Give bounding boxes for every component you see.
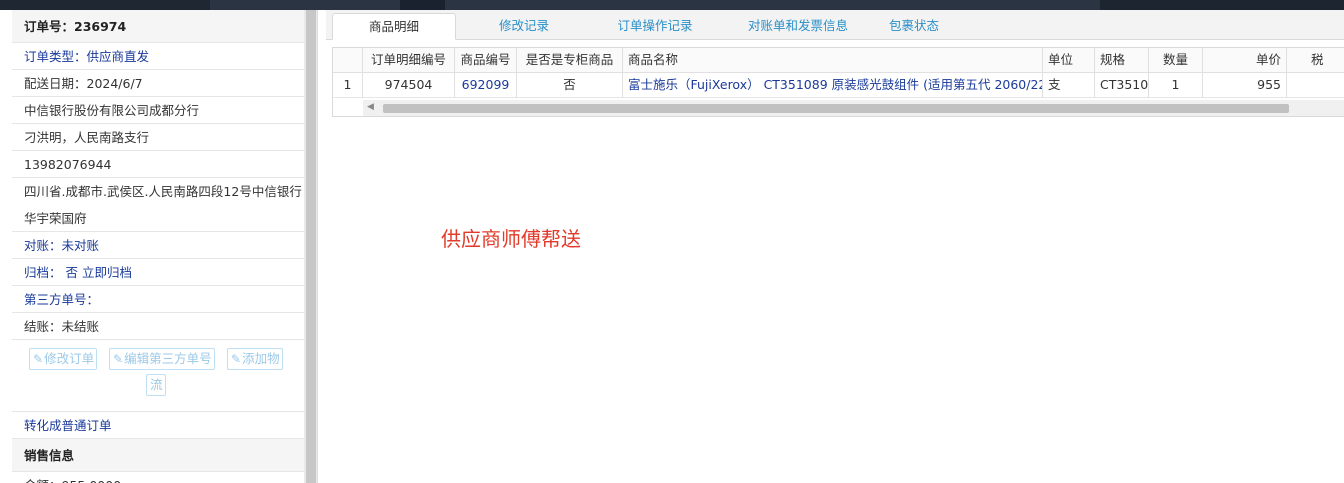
detail-panel: 商品明细 修改记录 订单操作记录 对账单和发票信息 包裹状态 订单明细编号 商品… xyxy=(326,10,1344,483)
unit: 支 xyxy=(1043,73,1095,98)
col-tax[interactable]: 税 xyxy=(1287,48,1344,73)
address: 四川省.成都市.武侯区.人民南路四段12号中信银行华宇荣国府 xyxy=(12,178,304,232)
col-unit[interactable]: 单位 xyxy=(1043,48,1095,73)
edit-icon: ✎ xyxy=(33,352,44,366)
order-number-label: 订单号： xyxy=(24,19,75,34)
col-product-name[interactable]: 商品名称 xyxy=(623,48,1043,73)
counter-product: 否 xyxy=(517,73,623,98)
product-table: 订单明细编号 商品编号 是否是专柜商品 商品名称 单位 规格 数量 单价 税 1… xyxy=(332,47,1344,117)
order-type: 供应商直发 xyxy=(86,49,150,64)
archive-label: 归档： xyxy=(24,265,62,280)
reconcile-row: 对账：未对账 xyxy=(12,232,304,259)
edit-order-button[interactable]: ✎修改订单 xyxy=(29,348,98,370)
table-horizontal-scrollbar[interactable]: ◀ xyxy=(363,100,1344,116)
reconcile-label: 对账： xyxy=(24,238,62,253)
order-action-buttons: ✎修改订单 ✎编辑第三方单号 ✎添加物 流 xyxy=(12,340,304,412)
unit-price: 955 xyxy=(1203,73,1287,98)
convert-to-normal-order-link[interactable]: 转化成普通订单 xyxy=(12,412,304,439)
order-info-panel: 订单号：236974 订单类型：供应商直发 配送日期：2024/6/7 中信银行… xyxy=(0,10,318,483)
edit-icon: ✎ xyxy=(231,352,242,366)
tab-bar: 商品明细 修改记录 订单操作记录 对账单和发票信息 包裹状态 xyxy=(326,10,1344,40)
left-scrollbar[interactable] xyxy=(304,10,317,483)
tab-modify-records[interactable]: 修改记录 xyxy=(476,13,572,40)
col-unit-price[interactable]: 单价 xyxy=(1203,48,1287,73)
contact-name: 刁洪明，人民南路支行 xyxy=(12,124,304,151)
delivery-date: 配送日期：2024/6/7 xyxy=(12,70,304,97)
tax xyxy=(1287,73,1344,98)
company-name: 中信银行股份有限公司成都分行 xyxy=(12,97,304,124)
edit-third-party-button[interactable]: ✎编辑第三方单号 xyxy=(109,348,215,370)
add-logistics-button[interactable]: ✎添加物 xyxy=(227,348,283,370)
order-number: 236974 xyxy=(74,19,127,34)
order-type-label: 订单类型： xyxy=(24,49,87,64)
scrollbar-thumb[interactable] xyxy=(383,104,1289,113)
col-counter-product[interactable]: 是否是专柜商品 xyxy=(517,48,623,73)
table-header: 订单明细编号 商品编号 是否是专柜商品 商品名称 单位 规格 数量 单价 税 xyxy=(333,48,1344,73)
settle-status: 结账：未结账 xyxy=(12,313,304,340)
archive-link[interactable]: 否 立即归档 xyxy=(62,265,131,280)
product-number-link[interactable]: 692099 xyxy=(455,73,517,98)
row-index: 1 xyxy=(333,73,363,98)
detail-number: 974504 xyxy=(363,73,455,98)
col-product-number[interactable]: 商品编号 xyxy=(455,48,517,73)
delivery-note: 供应商师傅帮送 xyxy=(441,227,581,251)
tab-product-details[interactable]: 商品明细 xyxy=(332,13,456,40)
tab-operation-records[interactable]: 订单操作记录 xyxy=(592,13,718,40)
add-logistics-button-wrap[interactable]: 流 xyxy=(146,374,166,396)
archive-row: 归档： 否 立即归档 xyxy=(12,259,304,286)
col-spec[interactable]: 规格 xyxy=(1095,48,1149,73)
spec: CT351089 xyxy=(1095,73,1149,98)
reconcile-status: 未对账 xyxy=(61,238,100,253)
scroll-left-icon[interactable]: ◀ xyxy=(367,102,374,112)
product-name-link[interactable]: 富士施乐（FujiXerox） CT351089 原装感光鼓组件 (适用第五代 … xyxy=(623,73,1043,98)
col-detail-number[interactable]: 订单明细编号 xyxy=(363,48,455,73)
sales-amount: 金额：955.0000 xyxy=(12,472,304,483)
tab-package-status[interactable]: 包裹状态 xyxy=(874,13,954,40)
third-party-number-row: 第三方单号： xyxy=(12,286,304,313)
order-type-row: 订单类型：供应商直发 xyxy=(12,43,304,70)
quantity: 1 xyxy=(1149,73,1203,98)
order-number-row: 订单号：236974 xyxy=(12,10,304,43)
sales-info-header: 销售信息 xyxy=(12,439,304,472)
col-quantity[interactable]: 数量 xyxy=(1149,48,1203,73)
table-row[interactable]: 1 974504 692099 否 富士施乐（FujiXerox） CT3510… xyxy=(333,73,1344,98)
top-bar xyxy=(0,0,1344,10)
edit-icon: ✎ xyxy=(113,352,124,366)
tab-reconcile-invoice[interactable]: 对账单和发票信息 xyxy=(724,13,872,40)
phone-number: 13982076944 xyxy=(12,151,304,178)
